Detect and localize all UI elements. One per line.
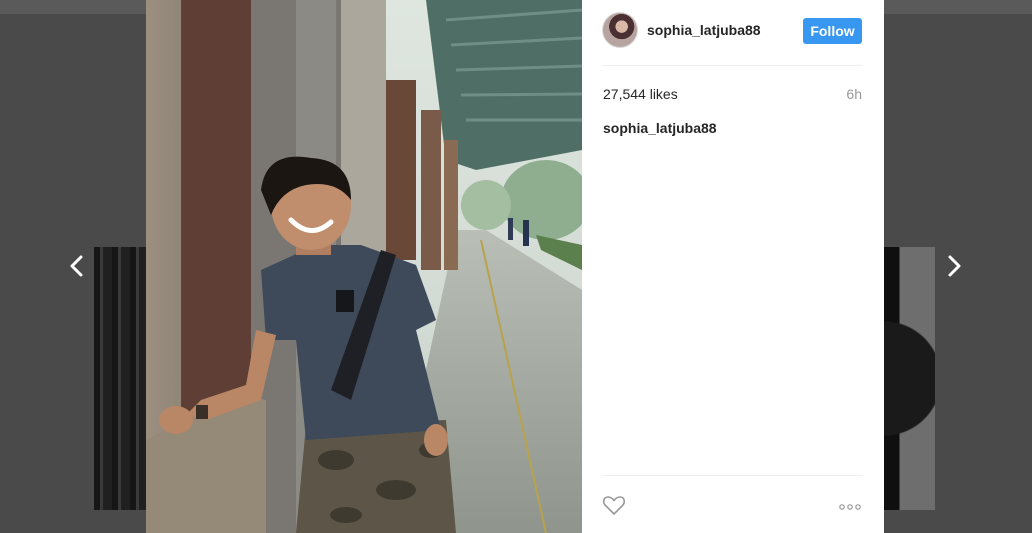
heart-outline-icon (602, 496, 626, 515)
previous-post-preview[interactable] (94, 247, 146, 510)
chevron-left-icon (70, 255, 83, 277)
more-options-button[interactable] (838, 500, 862, 512)
more-options-icon (839, 504, 861, 510)
likes-count[interactable]: 27,544 likes (603, 86, 678, 102)
chevron-right-icon (948, 255, 961, 277)
like-button[interactable] (602, 494, 626, 516)
previous-post-button[interactable] (67, 251, 87, 281)
post-photo[interactable] (146, 0, 582, 533)
post-image (146, 0, 582, 533)
author-username-link[interactable]: sophia_latjuba88 (647, 22, 761, 38)
caption-username-link[interactable]: sophia_latjuba88 (603, 120, 717, 136)
post-detail-panel: sophia_latjuba88 Follow 27,544 likes 6h … (582, 0, 884, 533)
next-post-button[interactable] (944, 251, 964, 281)
follow-button[interactable]: Follow (803, 18, 862, 44)
actions-divider (602, 475, 863, 476)
post-timestamp[interactable]: 6h (846, 86, 862, 102)
next-post-preview[interactable] (884, 247, 935, 510)
post-header: sophia_latjuba88 Follow (602, 12, 863, 52)
header-divider (602, 65, 863, 66)
avatar[interactable] (602, 12, 638, 48)
